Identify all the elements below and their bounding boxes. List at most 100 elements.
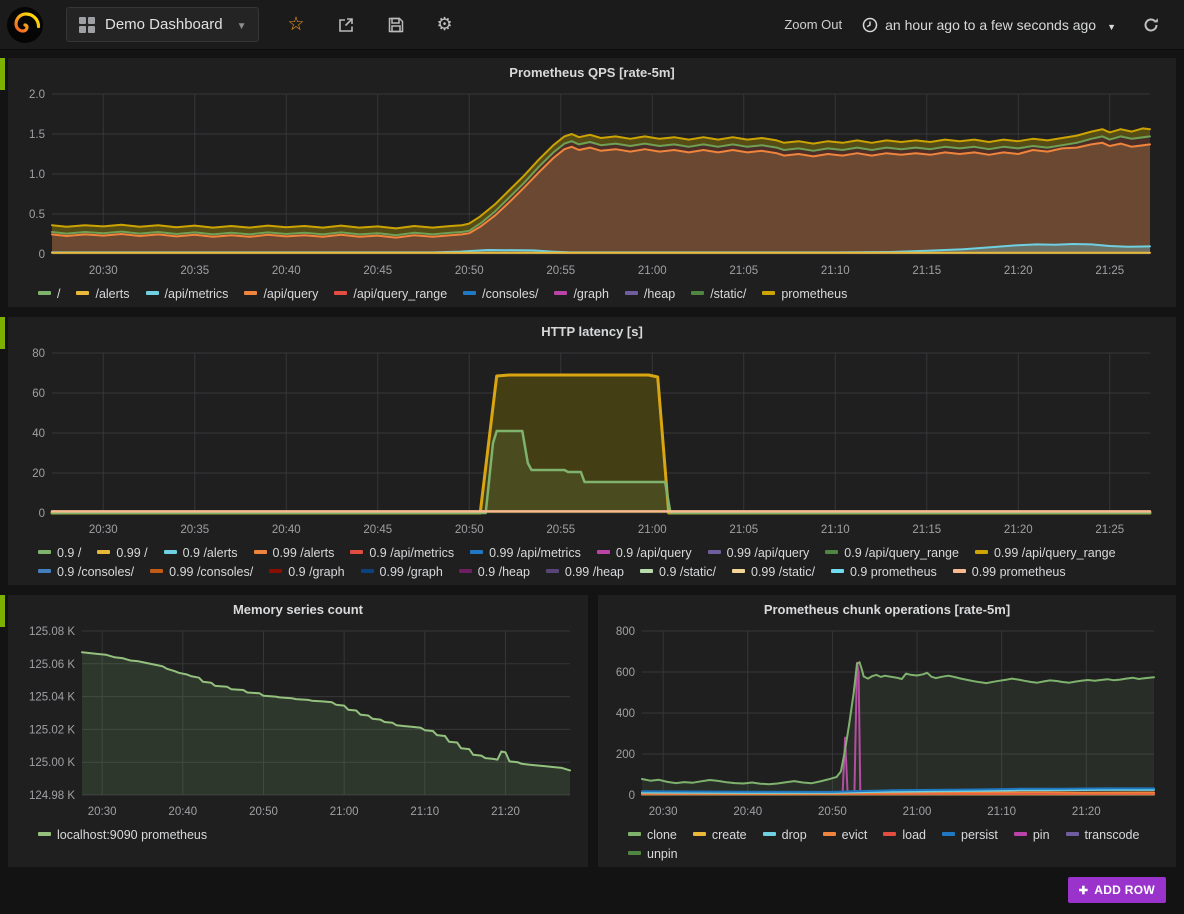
legend-item[interactable]: 0.99 /alerts	[254, 546, 335, 560]
svg-text:20:50: 20:50	[818, 806, 847, 818]
zoom-out-button[interactable]: Zoom Out	[774, 11, 852, 38]
svg-text:40: 40	[32, 428, 45, 440]
dashboard-picker[interactable]: Demo Dashboard ▼	[66, 7, 259, 42]
svg-text:21:00: 21:00	[638, 524, 667, 536]
star-button[interactable]: ☆	[277, 7, 314, 42]
legend-item[interactable]: 0.9 /consoles/	[38, 565, 134, 579]
svg-text:80: 80	[32, 348, 45, 360]
legend-item[interactable]: load	[883, 828, 926, 842]
svg-text:20:55: 20:55	[546, 265, 575, 277]
legend-item[interactable]: /consoles/	[463, 287, 538, 301]
grafana-logo[interactable]	[6, 6, 44, 44]
legend-item[interactable]: 0.99 /api/query	[708, 546, 810, 560]
svg-text:200: 200	[616, 749, 635, 761]
panel-chunk-operations: Prometheus chunk operations [rate-5m] 02…	[598, 595, 1176, 867]
legend-item[interactable]: 0.99 /	[97, 546, 147, 560]
svg-text:21:25: 21:25	[1095, 265, 1124, 277]
svg-text:1.5: 1.5	[29, 129, 45, 141]
legend-item[interactable]: /api/metrics	[146, 287, 229, 301]
row-drag-handle[interactable]	[0, 317, 5, 349]
legend-item[interactable]: 0.99 /heap	[546, 565, 624, 579]
svg-text:20:55: 20:55	[546, 524, 575, 536]
plus-icon: ✚	[1079, 884, 1089, 897]
panel-title[interactable]: HTTP latency [s]	[8, 317, 1176, 347]
svg-text:21:10: 21:10	[987, 806, 1016, 818]
legend-item[interactable]: drop	[763, 828, 807, 842]
legend-item[interactable]: 0.99 /static/	[732, 565, 815, 579]
save-button[interactable]	[377, 10, 415, 40]
legend-item[interactable]: persist	[942, 828, 998, 842]
legend-item[interactable]: /api/query	[244, 287, 318, 301]
svg-text:20:50: 20:50	[249, 806, 278, 818]
legend-item[interactable]: /heap	[625, 287, 675, 301]
row-drag-handle[interactable]	[0, 58, 5, 90]
chart-http-latency[interactable]: 02040608020:3020:3520:4020:4520:5020:552…	[16, 347, 1164, 539]
chart-prometheus-qps[interactable]: 00.51.01.52.020:3020:3520:4020:4520:5020…	[16, 88, 1164, 280]
svg-text:20:50: 20:50	[455, 265, 484, 277]
refresh-icon	[1142, 16, 1160, 34]
chevron-down-icon: ▼	[1107, 22, 1116, 32]
grid-icon	[79, 17, 95, 33]
refresh-button[interactable]	[1132, 10, 1170, 40]
legend-item[interactable]: 0.99 /consoles/	[150, 565, 253, 579]
dashboard-row-3: Memory series count 124.98 K125.00 K125.…	[8, 595, 1176, 867]
svg-text:21:20: 21:20	[491, 806, 520, 818]
legend-item[interactable]: 0.9 /api/metrics	[350, 546, 454, 560]
share-button[interactable]	[327, 10, 365, 40]
legend-item[interactable]: 0.9 /api/query	[597, 546, 692, 560]
svg-text:21:00: 21:00	[330, 806, 359, 818]
legend-item[interactable]: clone	[628, 828, 677, 842]
legend-item[interactable]: unpin	[628, 847, 678, 861]
svg-text:21:10: 21:10	[821, 524, 850, 536]
legend-item[interactable]: 0.99 /graph	[361, 565, 443, 579]
dashboard-row-1: Prometheus QPS [rate-5m] 00.51.01.52.020…	[8, 58, 1176, 307]
row-drag-handle[interactable]	[0, 595, 5, 627]
chart-memory-series[interactable]: 124.98 K125.00 K125.02 K125.04 K125.06 K…	[16, 625, 580, 821]
legend-item[interactable]: 0.99 prometheus	[953, 565, 1066, 579]
chart-chunk-operations[interactable]: 020040060080020:3020:4020:5021:0021:1021…	[606, 625, 1164, 821]
svg-text:21:20: 21:20	[1072, 806, 1101, 818]
panel-title[interactable]: Memory series count	[8, 595, 588, 625]
legend-item[interactable]: create	[693, 828, 747, 842]
panel-title[interactable]: Prometheus QPS [rate-5m]	[8, 58, 1176, 88]
svg-text:21:20: 21:20	[1004, 265, 1033, 277]
svg-text:21:05: 21:05	[729, 265, 758, 277]
add-row-button[interactable]: ✚ ADD ROW	[1068, 877, 1166, 903]
settings-button[interactable]: ⚙	[427, 8, 463, 41]
legend-item[interactable]: /static/	[691, 287, 746, 301]
legend-item[interactable]: 0.9 prometheus	[831, 565, 937, 579]
svg-text:20:45: 20:45	[363, 524, 392, 536]
svg-text:125.02 K: 125.02 K	[29, 724, 75, 736]
panel-prometheus-qps: Prometheus QPS [rate-5m] 00.51.01.52.020…	[8, 58, 1176, 307]
legend-item[interactable]: /api/query_range	[334, 287, 447, 301]
panel-title[interactable]: Prometheus chunk operations [rate-5m]	[598, 595, 1176, 625]
svg-text:21:05: 21:05	[729, 524, 758, 536]
legend-item[interactable]: /graph	[554, 287, 608, 301]
svg-text:21:25: 21:25	[1095, 524, 1124, 536]
legend-item[interactable]: prometheus	[762, 287, 847, 301]
svg-text:125.08 K: 125.08 K	[29, 626, 75, 638]
svg-text:1.0: 1.0	[29, 169, 45, 181]
svg-text:21:20: 21:20	[1004, 524, 1033, 536]
legend-item[interactable]: /alerts	[76, 287, 129, 301]
legend-item[interactable]: 0.99 /api/query_range	[975, 546, 1116, 560]
legend-item[interactable]: 0.9 /static/	[640, 565, 716, 579]
legend-item[interactable]: 0.9 /api/query_range	[825, 546, 959, 560]
svg-text:125.06 K: 125.06 K	[29, 659, 75, 671]
legend-item[interactable]: 0.9 /heap	[459, 565, 530, 579]
legend-item[interactable]: 0.9 /alerts	[164, 546, 238, 560]
legend-item[interactable]: /	[38, 287, 60, 301]
legend-item[interactable]: 0.9 /	[38, 546, 81, 560]
legend-item[interactable]: evict	[823, 828, 868, 842]
legend-item[interactable]: 0.99 /api/metrics	[470, 546, 581, 560]
svg-text:125.00 K: 125.00 K	[29, 757, 75, 769]
svg-text:60: 60	[32, 388, 45, 400]
legend-item[interactable]: 0.9 /graph	[269, 565, 344, 579]
legend-item[interactable]: localhost:9090 prometheus	[38, 828, 207, 842]
legend-item[interactable]: pin	[1014, 828, 1050, 842]
svg-text:125.04 K: 125.04 K	[29, 692, 75, 704]
svg-text:800: 800	[616, 626, 635, 638]
svg-text:2.0: 2.0	[29, 89, 45, 101]
time-picker[interactable]: an hour ago to a few seconds ago ▼	[852, 11, 1126, 39]
legend-item[interactable]: transcode	[1066, 828, 1140, 842]
